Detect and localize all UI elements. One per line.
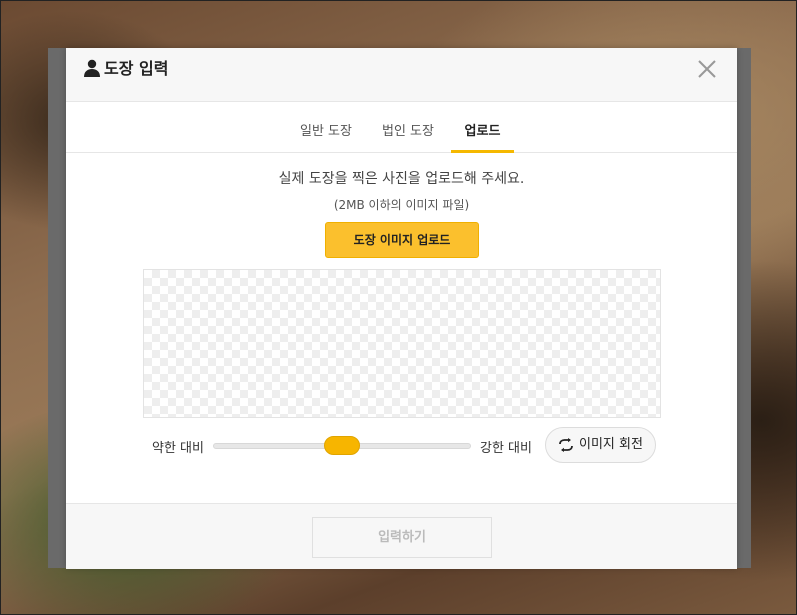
stamp-input-modal: 도장 입력 일반 도장 법인 도장 업로드 실제 도장을 찍은 사진을 업로드해… [66, 48, 737, 569]
rotate-image-button[interactable]: 이미지 회전 [545, 427, 656, 463]
contrast-slider-thumb[interactable] [324, 436, 360, 455]
upload-stamp-image-button[interactable]: 도장 이미지 업로드 [325, 222, 479, 258]
modal-footer: 입력하기 [66, 503, 737, 569]
close-icon[interactable] [694, 56, 720, 82]
tab-upload[interactable]: 업로드 [451, 101, 514, 153]
submit-button[interactable]: 입력하기 [312, 517, 492, 558]
tab-corporate-stamp[interactable]: 법인 도장 [376, 101, 440, 152]
modal-title: 도장 입력 [104, 59, 169, 78]
rotate-image-label: 이미지 회전 [579, 437, 643, 452]
contrast-high-label: 강한 대비 [480, 441, 532, 456]
tab-normal-stamp[interactable]: 일반 도장 [294, 101, 358, 152]
stamp-type-tabs: 일반 도장 법인 도장 업로드 [66, 101, 737, 153]
contrast-low-label: 약한 대비 [152, 441, 204, 456]
rotate-icon [559, 438, 573, 452]
page-background: 도장 입력 일반 도장 법인 도장 업로드 실제 도장을 찍은 사진을 업로드해… [0, 0, 797, 615]
modal-header: 도장 입력 [66, 48, 737, 102]
upload-description: 실제 도장을 찍은 사진을 업로드해 주세요. [278, 171, 525, 187]
user-icon [84, 59, 100, 77]
contrast-control: 약한 대비 강한 대비 이미지 회전 [66, 426, 737, 466]
file-size-limit: (2MB 이하의 이미지 파일) [333, 198, 470, 212]
stamp-preview-area [143, 269, 661, 418]
